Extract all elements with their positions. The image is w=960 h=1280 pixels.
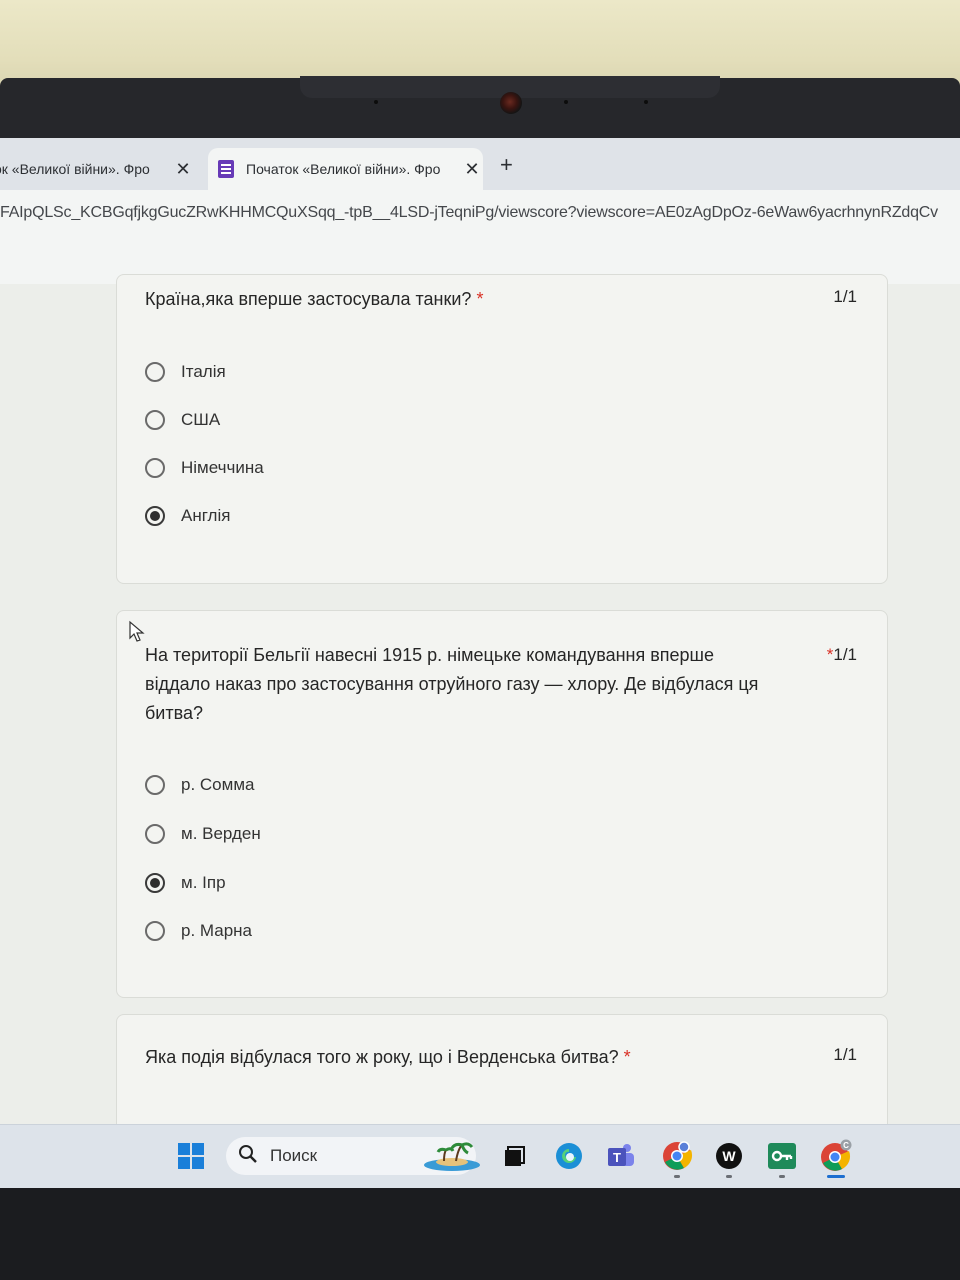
option-radio[interactable]: Німеччина <box>145 458 264 478</box>
option-radio[interactable]: США <box>145 410 220 430</box>
radio-button-icon[interactable] <box>145 775 165 795</box>
sensor-dot <box>564 100 568 104</box>
option-label: Італія <box>181 362 226 381</box>
browser-tab-strip: ок «Великої війни». Фро ✕ Початок «Велик… <box>0 138 960 190</box>
option-label: Англія <box>181 506 231 525</box>
running-indicator <box>779 1175 785 1178</box>
browser-tab-active[interactable]: Початок «Великої війни». Фро ✕ <box>208 148 483 190</box>
option-radio[interactable]: Італія <box>145 362 226 382</box>
laptop-bezel-bottom <box>0 1188 960 1280</box>
mouse-pointer-icon <box>129 620 145 642</box>
search-placeholder: Поиск <box>270 1146 318 1165</box>
option-radio[interactable]: р. Марна <box>145 921 252 941</box>
option-label: м. Іпр <box>181 873 226 892</box>
option-label: м. Верден <box>181 824 261 843</box>
windows-start-icon[interactable] <box>176 1139 206 1173</box>
option-label: Німеччина <box>181 458 264 477</box>
option-label: США <box>181 410 221 429</box>
score-value: 1/1 <box>833 645 857 664</box>
option-label: р. Марна <box>181 921 253 940</box>
taskbar-search-box[interactable]: Поиск <box>226 1137 480 1175</box>
running-indicator <box>674 1175 680 1178</box>
sensor-dot <box>644 100 648 104</box>
laptop-screen: ок «Великої війни». Фро ✕ Початок «Велик… <box>0 138 960 1188</box>
option-radio-selected[interactable]: Англія <box>145 506 230 526</box>
form-page: Країна,яка вперше застосувала танки? * 1… <box>0 274 960 1154</box>
chrome-icon[interactable]: C <box>818 1139 854 1173</box>
close-tab-icon[interactable]: ✕ <box>172 159 194 180</box>
question-title: На території Бельгії навесні 1915 р. нім… <box>145 641 758 728</box>
new-tab-button[interactable]: + <box>500 152 513 178</box>
task-view-icon[interactable] <box>500 1139 528 1173</box>
radio-button-icon[interactable] <box>145 410 165 430</box>
chrome-profile-icon[interactable] <box>660 1139 694 1173</box>
url-text[interactable]: FAIpQLSc_KCBGqfjkgGucZRwKHHMCQuXSqq_-tpB… <box>0 204 938 222</box>
webcam <box>500 92 522 114</box>
question-text-line: На території Бельгії навесні 1915 р. нім… <box>145 645 714 665</box>
option-label: р. Сомма <box>181 775 255 794</box>
search-icon <box>238 1144 258 1169</box>
running-indicator <box>726 1175 732 1178</box>
radio-button-checked-icon[interactable] <box>145 506 165 526</box>
key-app-icon[interactable] <box>766 1139 798 1173</box>
w-app-icon[interactable]: W <box>714 1139 744 1173</box>
radio-button-icon[interactable] <box>145 824 165 844</box>
svg-text:T: T <box>613 1150 621 1165</box>
windows-taskbar: Поиск T W C <box>0 1124 960 1188</box>
question-title: Країна,яка вперше застосувала танки? * <box>145 285 483 314</box>
radio-button-icon[interactable] <box>145 458 165 478</box>
google-forms-icon <box>218 160 234 178</box>
question-text-line: битва? <box>145 703 203 723</box>
radio-button-icon[interactable] <box>145 362 165 382</box>
question-title: Яка подія відбулася того ж року, що і Ве… <box>145 1043 631 1072</box>
question-score: *1/1 <box>827 645 857 665</box>
address-bar[interactable]: FAIpQLSc_KCBGqfjkgGucZRwKHHMCQuXSqq_-tpB… <box>0 190 960 246</box>
question-text-line: віддало наказ про застосування отруйного… <box>145 674 759 694</box>
question-score: 1/1 <box>833 1045 857 1064</box>
radio-button-icon[interactable] <box>145 921 165 941</box>
active-app-indicator <box>827 1175 845 1178</box>
question-text: Країна,яка вперше застосувала танки? <box>145 289 472 309</box>
edge-icon[interactable] <box>552 1139 586 1173</box>
question-score: 1/1 <box>833 287 857 306</box>
option-radio[interactable]: м. Верден <box>145 824 261 844</box>
question-text: Яка подія відбулася того ж року, що і Ве… <box>145 1047 619 1067</box>
widgets-icon[interactable] <box>422 1139 482 1173</box>
sensor-dot <box>374 100 378 104</box>
tab-title: ок «Великої війни». Фро <box>0 161 150 177</box>
question-card: Країна,яка вперше застосувала танки? * 1… <box>116 274 888 584</box>
browser-tab-inactive[interactable]: ок «Великої війни». Фро ✕ <box>0 148 194 190</box>
required-mark: * <box>476 289 484 309</box>
radio-button-checked-icon[interactable] <box>145 873 165 893</box>
option-radio-selected[interactable]: м. Іпр <box>145 873 226 893</box>
chrome-badge-letter: C <box>843 1141 849 1150</box>
required-mark: * <box>623 1047 631 1067</box>
teams-icon[interactable]: T <box>604 1139 638 1173</box>
tab-title: Початок «Великої війни». Фро <box>246 161 441 177</box>
option-radio[interactable]: р. Сомма <box>145 775 254 795</box>
w-app-letter: W <box>722 1148 736 1164</box>
close-tab-icon[interactable]: ✕ <box>461 159 483 180</box>
question-card: На території Бельгії навесні 1915 р. нім… <box>116 610 888 998</box>
